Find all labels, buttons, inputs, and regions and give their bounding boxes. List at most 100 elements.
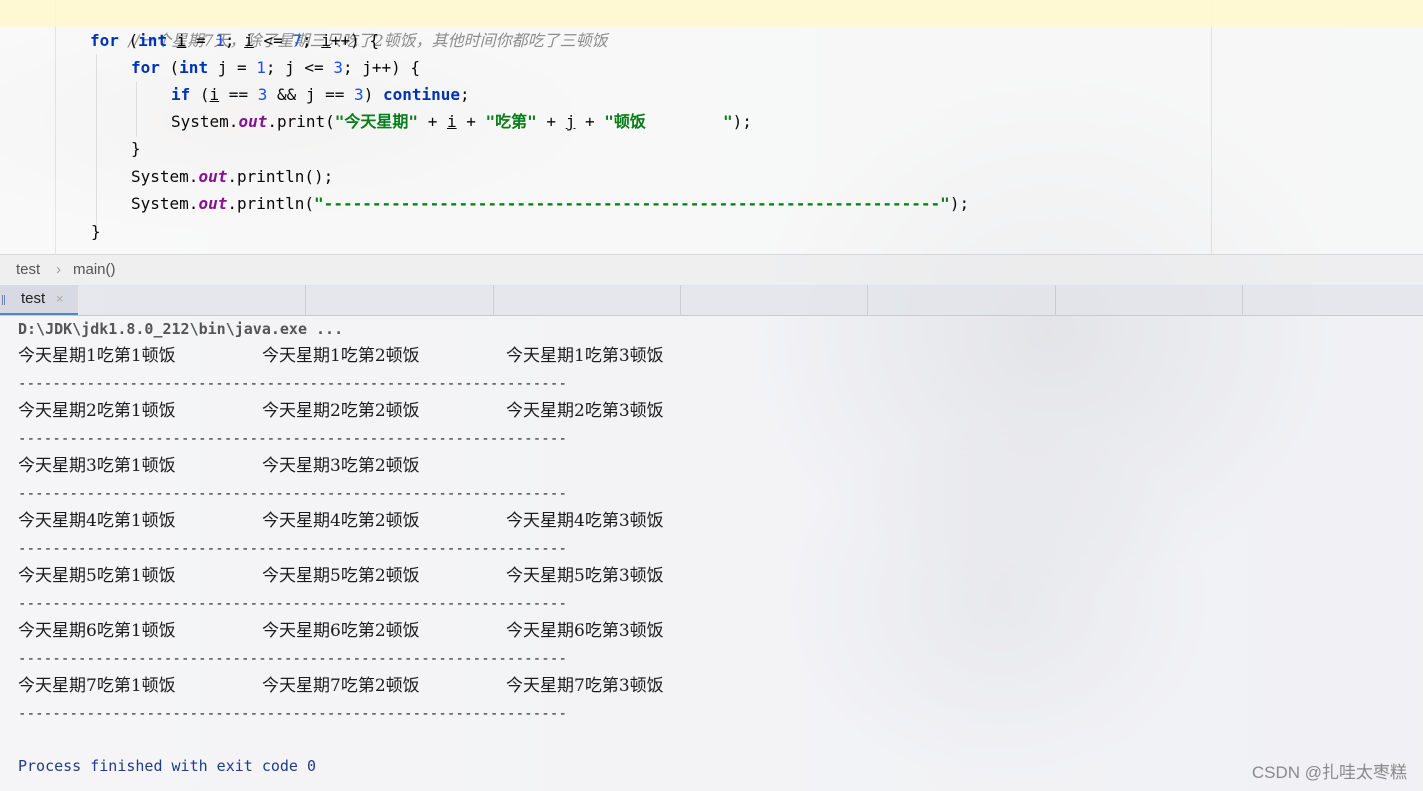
- code-line-print[interactable]: System.out.print("今天星期" + i + "吃第" + j +…: [171, 108, 752, 135]
- console-output-line: 今天星期2吃第1顿饭 今天星期2吃第2顿饭 今天星期2吃第3顿饭: [18, 398, 750, 425]
- code-text: ; j++) {: [342, 58, 421, 77]
- code-line-close-outer[interactable]: }: [91, 218, 101, 245]
- code-line-close-inner[interactable]: }: [131, 135, 141, 162]
- console-output-cell: 今天星期6吃第2顿饭: [262, 621, 420, 641]
- code-text: );: [732, 112, 752, 131]
- breadcrumb-method[interactable]: main(): [73, 261, 116, 278]
- console-output-cell: 今天星期6吃第3顿饭: [506, 621, 664, 641]
- divider: [305, 285, 306, 315]
- console-output-cell: 今天星期7吃第2顿饭: [262, 676, 420, 696]
- code-line-comment[interactable]: //一个星期7天，除了星期三只吃了2顿饭，其他时间你都吃了三顿饭: [0, 0, 1423, 50]
- console-separator: ----------------------------------------…: [18, 705, 568, 722]
- code-text: .println(: [227, 194, 315, 213]
- number-literal: 3: [354, 85, 364, 104]
- console-output-line: 今天星期5吃第1顿饭 今天星期5吃第2顿饭 今天星期5吃第3顿饭: [18, 563, 750, 590]
- run-config-icon: [2, 295, 15, 305]
- console-output-cell: 今天星期1吃第1顿饭: [18, 346, 176, 366]
- console-output-line: 今天星期6吃第1顿饭 今天星期6吃第2顿饭 今天星期6吃第3顿饭: [18, 618, 750, 645]
- console-output-cell: 今天星期4吃第3顿饭: [506, 511, 664, 531]
- console-separator: ----------------------------------------…: [18, 375, 568, 392]
- console-command: D:\JDK\jdk1.8.0_212\bin\java.exe ...: [18, 320, 344, 338]
- code-text: }: [131, 139, 141, 158]
- number-literal: 7: [292, 31, 302, 50]
- code-text: +: [418, 112, 447, 131]
- divider: [493, 285, 494, 315]
- code-line-if[interactable]: if (i == 3 && j == 3) continue;: [171, 81, 470, 108]
- tab-run-test[interactable]: test ×: [0, 285, 78, 315]
- console-output-cell: 今天星期2吃第3顿饭: [506, 401, 664, 421]
- console-output-cell: 今天星期3吃第1顿饭: [18, 456, 176, 476]
- divider: [867, 285, 868, 315]
- string-literal: "顿饭 ": [604, 112, 733, 131]
- keyword: for: [90, 31, 119, 50]
- console-output-line: 今天星期7吃第1顿饭 今天星期7吃第2顿饭 今天星期7吃第3顿饭: [18, 673, 750, 700]
- code-text: =: [186, 31, 216, 50]
- variable: i: [321, 31, 331, 50]
- keyword: int: [179, 58, 209, 77]
- code-text: (: [118, 31, 139, 50]
- console-output-line: 今天星期1吃第1顿饭 今天星期1吃第2顿饭 今天星期1吃第3顿饭: [18, 343, 750, 370]
- console-separator: ----------------------------------------…: [18, 485, 568, 502]
- breadcrumb-class[interactable]: test: [16, 261, 40, 278]
- tab-label: test: [21, 290, 46, 307]
- console-separator: ----------------------------------------…: [18, 430, 568, 447]
- code-text: System.: [131, 167, 199, 186]
- close-icon[interactable]: ×: [56, 291, 64, 306]
- code-line-println-empty[interactable]: System.out.println();: [131, 163, 333, 190]
- code-text: }: [91, 222, 101, 241]
- watermark: CSDN @扎哇太枣糕: [1251, 763, 1407, 782]
- keyword: for: [131, 58, 160, 77]
- code-line-for-outer[interactable]: for (int i = 1; i <= 7; i++) {: [90, 27, 379, 54]
- code-editor[interactable]: //一个星期7天，除了星期三只吃了2顿饭，其他时间你都吃了三顿饭 for (in…: [0, 0, 1423, 254]
- code-text: j =: [208, 58, 257, 77]
- code-text: +: [456, 112, 486, 131]
- console-output-cell: 今天星期4吃第1顿饭: [18, 511, 176, 531]
- console-output-cell: 今天星期2吃第2顿饭: [262, 401, 420, 421]
- code-text: && j ==: [267, 85, 355, 104]
- static-field: out: [198, 194, 228, 213]
- console-separator: ----------------------------------------…: [18, 540, 568, 557]
- breadcrumb: test › main(): [0, 254, 1423, 286]
- string-literal: "今天星期": [334, 112, 419, 131]
- console-output-cell: 今天星期5吃第3顿饭: [506, 566, 664, 586]
- variable: i: [446, 112, 457, 131]
- console-output-line: 今天星期4吃第1顿饭 今天星期4吃第2顿饭 今天星期4吃第3顿饭: [18, 508, 750, 535]
- code-text: .print(: [267, 112, 335, 131]
- console-output-line: 今天星期3吃第1顿饭 今天星期3吃第2顿饭: [18, 453, 750, 480]
- code-text: +: [536, 112, 566, 131]
- number-literal: 3: [333, 58, 343, 77]
- code-text: ;: [460, 85, 470, 104]
- code-text: ; j <=: [265, 58, 334, 77]
- number-literal: 1: [256, 58, 266, 77]
- console-output-cell: 今天星期1吃第3顿饭: [506, 346, 664, 366]
- console-separator: ----------------------------------------…: [18, 650, 568, 667]
- code-text: <=: [253, 31, 293, 50]
- code-line-for-inner[interactable]: for (int j = 1; j <= 3; j++) {: [131, 54, 420, 81]
- code-text: ): [363, 85, 383, 104]
- code-text: (: [159, 58, 180, 77]
- variable: i: [209, 85, 220, 104]
- code-line-println-dashes[interactable]: System.out.println("--------------------…: [131, 190, 969, 217]
- console-output-cell: 今天星期2吃第1顿饭: [18, 401, 176, 421]
- code-text: (: [190, 85, 210, 104]
- console-output-cell: 今天星期4吃第2顿饭: [262, 511, 420, 531]
- variable: j: [565, 112, 576, 131]
- code-text: .println();: [227, 167, 334, 186]
- divider: [1242, 285, 1243, 315]
- console-output-cell: 今天星期3吃第2顿饭: [262, 456, 420, 476]
- divider: [680, 285, 681, 315]
- static-field: out: [238, 112, 268, 131]
- divider: [1055, 285, 1056, 315]
- code-text: System.: [171, 112, 239, 131]
- number-literal: 3: [257, 85, 268, 104]
- keyword: int: [138, 31, 168, 50]
- console-output-cell: 今天星期5吃第2顿饭: [262, 566, 420, 586]
- console-output-cell: 今天星期7吃第1顿饭: [18, 676, 176, 696]
- right-margin-guide: [1211, 0, 1212, 254]
- indent-guide: [136, 82, 137, 137]
- console-output-cell: 今天星期7吃第3顿饭: [506, 676, 664, 696]
- keyword: continue: [382, 85, 461, 104]
- run-console[interactable]: D:\JDK\jdk1.8.0_212\bin\java.exe ... 今天星…: [0, 316, 1423, 791]
- string-literal: "---------------------------------------…: [314, 194, 950, 213]
